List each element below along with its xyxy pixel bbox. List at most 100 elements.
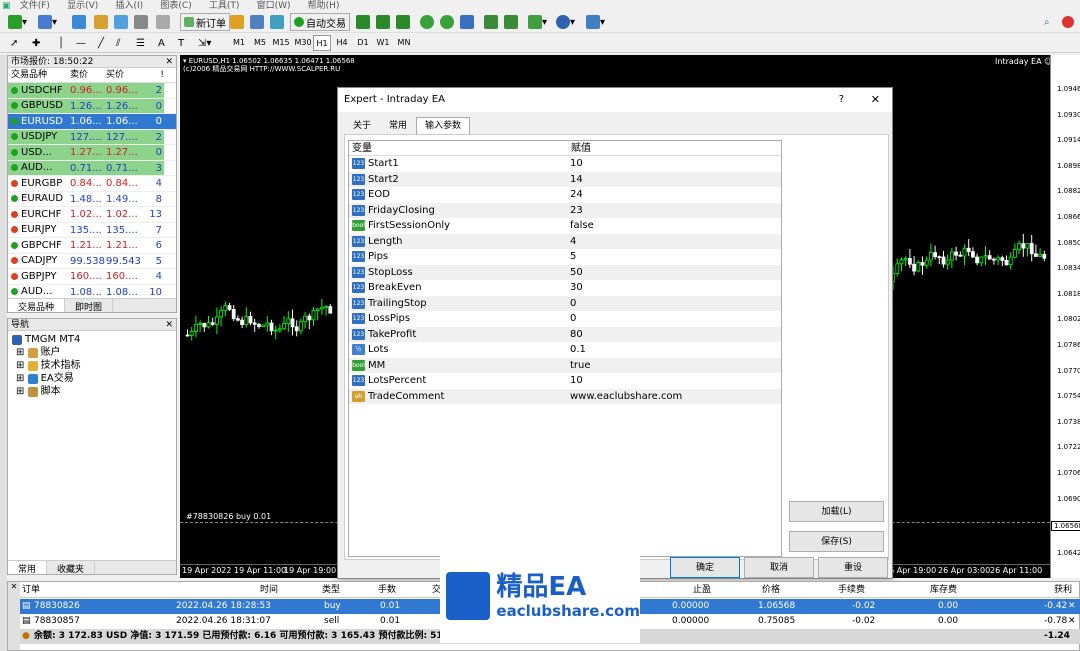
tf-m1[interactable]: M1 xyxy=(229,35,249,51)
param-value[interactable]: 23 xyxy=(568,203,781,219)
market-row[interactable]: EURUSD 1.06... 1.06... 0 xyxy=(8,114,176,130)
arrows-icon[interactable]: ⇲▾ xyxy=(198,34,211,52)
trendline-icon[interactable]: ╱ xyxy=(98,34,104,52)
param-value[interactable]: 14 xyxy=(568,172,781,188)
candle-chart-icon[interactable] xyxy=(376,13,390,31)
param-row[interactable]: 123 Start1 10 xyxy=(349,156,781,172)
col-price[interactable]: 价格 xyxy=(762,583,780,598)
tf-w1[interactable]: W1 xyxy=(374,35,392,51)
help-button[interactable]: ? xyxy=(839,88,844,112)
market-icon[interactable] xyxy=(270,13,284,31)
param-value[interactable]: 0.1 xyxy=(568,342,781,358)
market-row[interactable]: EURGBP 0.84... 0.84... 4 xyxy=(8,176,176,192)
param-value[interactable]: 10 xyxy=(568,373,781,389)
new-order-button[interactable]: 新订单 xyxy=(180,13,230,31)
tab-favorites[interactable]: 收藏夹 xyxy=(47,561,96,575)
param-row[interactable]: bool FirstSessionOnly false xyxy=(349,218,781,234)
tab-symbols[interactable]: 交易品种 xyxy=(8,299,66,313)
cancel-button[interactable]: 取消 xyxy=(744,557,814,578)
param-value[interactable]: 30 xyxy=(568,280,781,296)
param-row[interactable]: 123 Length 4 xyxy=(349,233,781,249)
param-value[interactable]: www.eaclubshare.com xyxy=(568,389,781,405)
col-tp[interactable]: 止盈 xyxy=(693,583,711,598)
param-row[interactable]: 123 TakeProfit 80 xyxy=(349,326,781,343)
close-icon[interactable]: ✕ xyxy=(165,319,176,331)
auto-trading-button[interactable]: 自动交易 xyxy=(290,13,350,31)
terminal-icon[interactable] xyxy=(134,13,148,31)
tf-h4[interactable]: H4 xyxy=(333,35,351,51)
param-value[interactable]: 10 xyxy=(568,156,781,172)
horizontal-line-icon[interactable]: — xyxy=(76,34,86,52)
col-time[interactable]: 时间 xyxy=(260,583,278,598)
market-row[interactable]: GBPJPY 160.... 160.... 4 xyxy=(8,269,176,285)
market-row[interactable]: AUD... 0.71... 0.71... 3 xyxy=(8,160,176,176)
data-window-icon[interactable] xyxy=(114,13,128,31)
close-icon[interactable]: ✕ xyxy=(165,56,176,68)
param-value[interactable]: false xyxy=(568,218,781,234)
line-chart-icon[interactable] xyxy=(396,13,410,31)
tab-common[interactable]: 常用 xyxy=(8,561,48,575)
tab-inputs[interactable]: 输入参数 xyxy=(416,117,471,135)
col-lots[interactable]: 手数 xyxy=(378,583,396,598)
col-profit[interactable]: 获利 xyxy=(1054,583,1072,598)
zoom-in-icon[interactable] xyxy=(420,13,434,31)
market-row[interactable]: EURAUD 1.48... 1.49... 8 xyxy=(8,192,176,207)
param-value[interactable]: 80 xyxy=(568,327,781,343)
channel-icon[interactable]: ⫽ xyxy=(116,34,120,52)
param-row[interactable]: 123 StopLoss 50 xyxy=(349,264,781,281)
menu-insert[interactable]: 插入(I) xyxy=(111,1,153,11)
notification-icon[interactable] xyxy=(1062,13,1074,31)
nav-indicators[interactable]: ⊞ 技术指标 xyxy=(8,359,176,372)
templates-icon[interactable]: ▾ xyxy=(586,13,605,31)
param-value[interactable]: 50 xyxy=(568,265,781,281)
param-row[interactable]: ½ Lots 0.1 xyxy=(349,342,781,358)
zoom-out-icon[interactable] xyxy=(440,13,454,31)
col-type[interactable]: 类型 xyxy=(322,583,340,598)
param-row[interactable]: bool MM true xyxy=(349,357,781,374)
nav-experts[interactable]: ⊞ EA交易 xyxy=(8,372,176,385)
tab-common[interactable]: 常用 xyxy=(380,117,416,135)
bar-chart-icon[interactable] xyxy=(356,13,370,31)
col-bid[interactable]: 卖价 xyxy=(70,68,106,82)
load-button[interactable]: 加载(L) xyxy=(789,501,884,522)
menu-window[interactable]: 窗口(W) xyxy=(253,1,301,11)
param-row[interactable]: 123 Start2 14 xyxy=(349,171,781,188)
close-button[interactable]: ✕ xyxy=(871,88,880,112)
col-symbol[interactable]: 交易品种 xyxy=(8,68,70,82)
indicators-icon[interactable]: ▾ xyxy=(528,13,547,31)
save-button[interactable]: 保存(S) xyxy=(789,531,884,552)
price-scale[interactable]: 1.09465 1.09305 1.09145 1.08985 1.08825 1.086… xyxy=(1050,55,1080,578)
param-row[interactable]: 123 LossPips 0 xyxy=(349,311,781,327)
new-chart-icon[interactable]: ▾ xyxy=(8,13,27,31)
market-row[interactable]: GBPCHF 1.21... 1.21... 6 xyxy=(8,238,176,254)
crosshair-icon[interactable]: ✚ xyxy=(32,34,40,52)
search-icon[interactable]: ⌕ xyxy=(1044,13,1050,31)
reset-button[interactable]: 重设 xyxy=(818,557,888,578)
col-order[interactable]: 订单 xyxy=(22,583,40,598)
menu-view[interactable]: 显示(V) xyxy=(63,1,108,11)
param-row[interactable]: 123 LotsPercent 10 xyxy=(349,373,781,389)
tab-about[interactable]: 关于 xyxy=(344,117,380,135)
menu-tools[interactable]: 工具(T) xyxy=(205,1,250,11)
cursor-icon[interactable]: ➚ xyxy=(10,34,18,52)
param-row[interactable]: 123 Pips 5 xyxy=(349,249,781,265)
param-value[interactable]: 0 xyxy=(568,311,781,327)
tab-tick-chart[interactable]: 即时图 xyxy=(65,299,114,313)
param-row[interactable]: 123 TrailingStop 0 xyxy=(349,295,781,311)
market-row[interactable]: USD... 1.27... 1.27... 0 xyxy=(8,145,176,161)
terminal-close-icon[interactable]: ✕ xyxy=(8,582,20,650)
market-row[interactable]: USDCHF 0.96... 0.96... 2 xyxy=(8,83,176,99)
tf-m5[interactable]: M5 xyxy=(250,35,270,51)
navigator-icon[interactable] xyxy=(94,13,108,31)
param-row[interactable]: ab TradeComment www.eaclubshare.com xyxy=(349,388,781,405)
param-value[interactable]: true xyxy=(568,358,781,374)
param-row[interactable]: 123 FridayClosing 23 xyxy=(349,202,781,219)
param-value[interactable]: 5 xyxy=(568,249,781,265)
close-order-icon[interactable]: ✕ xyxy=(1068,599,1076,614)
profiles-icon[interactable]: ▾ xyxy=(38,13,57,31)
text-tool-icon[interactable]: A xyxy=(158,34,165,52)
market-row[interactable]: EURCHF 1.02... 1.02... 13 xyxy=(8,207,176,223)
col-spread[interactable]: ! xyxy=(142,68,164,82)
param-row[interactable]: 123 EOD 24 xyxy=(349,187,781,203)
market-watch-icon[interactable] xyxy=(72,13,86,31)
